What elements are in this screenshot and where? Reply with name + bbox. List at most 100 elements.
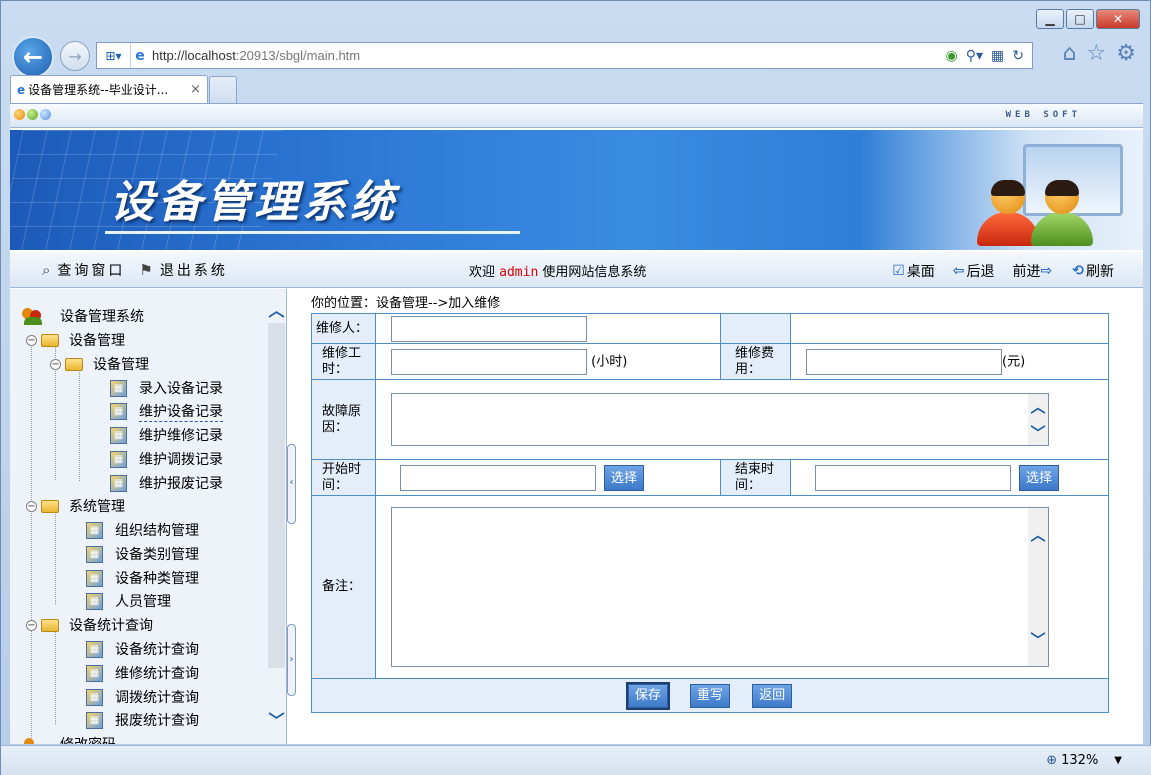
scroll-up-icon[interactable]: ︿ xyxy=(268,297,285,320)
orange-dot-icon xyxy=(14,109,25,120)
tree-item-org[interactable]: ▦ 组织结构管理 xyxy=(86,519,199,541)
close-window-button[interactable]: ✕ xyxy=(1096,9,1140,29)
collapse-icon[interactable]: − xyxy=(26,619,37,631)
search-icon[interactable]: ⚲▾ xyxy=(966,48,983,64)
tab-close-icon[interactable]: × xyxy=(190,82,201,97)
tree-group-stats[interactable]: − 设备统计查询 xyxy=(26,614,153,636)
gear-icon[interactable]: ⚙ xyxy=(1116,41,1136,66)
fault-textarea[interactable]: ︿ ﹀ xyxy=(391,393,1049,446)
tree-group-password[interactable]: 修改密码 xyxy=(22,733,116,744)
cost-cell: (元) xyxy=(790,343,1109,380)
scroll-up-icon[interactable]: ︿ xyxy=(1028,396,1048,417)
green-dot-icon xyxy=(27,109,38,120)
compat-view-icon[interactable]: ⊞▾ xyxy=(97,43,131,68)
tree-item-repair-stats[interactable]: ▦ 维修统计查询 xyxy=(86,662,199,684)
collapse-icon[interactable]: − xyxy=(26,500,37,512)
tree-item-maintain-transfer[interactable]: ▦ 维护调拨记录 xyxy=(110,448,223,470)
collapse-icon[interactable]: − xyxy=(26,334,37,346)
start-pick-button[interactable]: 选择 xyxy=(604,464,644,491)
end-time-label: 结束时 间： xyxy=(720,459,791,496)
folder-open-icon xyxy=(41,618,59,632)
breadcrumb: 你的位置：设备管理-->加入维修 xyxy=(311,296,501,311)
tree-root-label: 设备管理系统 xyxy=(60,309,144,325)
start-time-label: 开始时 间： xyxy=(311,459,376,496)
refresh-icon[interactable]: ↻ xyxy=(1012,48,1024,64)
maximize-button[interactable]: □ xyxy=(1066,9,1094,29)
document-icon: ▦ xyxy=(86,592,103,610)
expand-sidebar-handle[interactable]: › xyxy=(287,624,296,696)
logout-label: 退出系统 xyxy=(159,263,228,279)
suggest-icon[interactable]: ◉ xyxy=(946,48,958,64)
tree-item-label: 设备种类管理 xyxy=(115,571,199,587)
desktop-button[interactable]: ☑ 桌面 xyxy=(892,261,935,281)
logout-button[interactable]: ⚑ 退出系统 xyxy=(139,260,227,280)
repairer-input[interactable] xyxy=(391,315,587,342)
hours-input[interactable] xyxy=(391,348,587,375)
forward-arrow-icon: ⇨ xyxy=(1040,263,1053,279)
scroll-down-icon[interactable]: ﹀ xyxy=(1028,422,1048,443)
favorites-star-icon[interactable]: ☆ xyxy=(1087,41,1107,66)
users-icon xyxy=(22,306,44,326)
scroll-down-icon[interactable]: ﹀ xyxy=(1028,629,1048,650)
tree-group-label: 修改密码 xyxy=(60,734,116,744)
tree-item-maintain-repair[interactable]: ▦ 维护维修记录 xyxy=(110,424,223,446)
sidebar-tree: 设备管理系统 − 设备管理 − 设备管理 ▦ 录入设备记录 ▦ 维护设备记录 ▦ 维护… xyxy=(10,289,287,744)
start-time-cell: 选择 xyxy=(375,459,721,496)
minimize-button[interactable]: ▁ xyxy=(1036,9,1064,29)
browser-tab[interactable]: e 设备管理系统--毕业设计... × xyxy=(10,75,208,103)
status-bar: ⊕ 132% ▼ xyxy=(1,745,1151,775)
query-window-icon: ⌕ xyxy=(42,261,54,279)
query-window-button[interactable]: ⌕ 查询窗口 xyxy=(42,260,125,280)
zoom-level: 132% xyxy=(1061,753,1099,768)
forward-button[interactable]: 前进 ⇨ xyxy=(1013,261,1055,281)
collapse-sidebar-handle[interactable]: ‹ xyxy=(287,444,296,524)
tree-item-transfer-stats[interactable]: ▦ 调拨统计查询 xyxy=(86,686,199,708)
fault-scrollbar[interactable]: ︿ ﹀ xyxy=(1028,394,1048,445)
tree-item-maintain-scrap[interactable]: ▦ 维护报废记录 xyxy=(110,472,223,494)
back-button[interactable]: ⇦ 后退 xyxy=(953,261,995,281)
tree-item-maintain-device[interactable]: ▦ 维护设备记录 xyxy=(110,400,223,422)
scroll-track[interactable] xyxy=(268,323,285,668)
end-time-input[interactable] xyxy=(815,464,1011,491)
refresh-icon: ⟲ xyxy=(1072,263,1084,279)
sidebar-scrollbar[interactable]: ︿ ﹀ xyxy=(268,297,285,735)
cost-input[interactable] xyxy=(806,348,1002,375)
new-tab-button[interactable] xyxy=(209,76,237,103)
reset-button[interactable]: 重写 xyxy=(689,683,730,708)
tree-subgroup-device-mgmt[interactable]: − 设备管理 xyxy=(50,353,149,375)
back-arrow-icon[interactable]: ← xyxy=(12,36,54,78)
scroll-down-icon[interactable]: ﹀ xyxy=(268,707,285,730)
refresh-button[interactable]: ⟲ 刷新 xyxy=(1072,261,1114,281)
remark-textarea[interactable]: ︿ ﹀ xyxy=(391,507,1049,667)
tree-item-type[interactable]: ▦ 设备种类管理 xyxy=(86,567,199,589)
tree-item-category[interactable]: ▦ 设备类别管理 xyxy=(86,543,199,565)
browser-right-icons: ⌂ ☆ ⚙ xyxy=(1063,41,1136,66)
collapse-icon[interactable]: − xyxy=(50,358,61,370)
tree-item-enter-device[interactable]: ▦ 录入设备记录 xyxy=(110,377,223,399)
compat-page-icon[interactable]: ▦ xyxy=(991,48,1004,64)
save-button[interactable]: 保存 xyxy=(625,681,670,710)
person-red-graphic xyxy=(977,180,1039,246)
zoom-control[interactable]: ⊕ 132% ▼ xyxy=(1046,753,1122,768)
page-viewport: WEB SOFT 设备管理系统 ⌕ 查询窗口 ⚑ 退出系统 欢迎 admin 使… xyxy=(10,103,1143,744)
scroll-up-icon[interactable]: ︿ xyxy=(1028,524,1048,545)
hours-cell: (小时) xyxy=(375,343,721,380)
url-text[interactable]: http://localhost:20913/sbgl/main.htm xyxy=(149,48,946,63)
person-green-graphic xyxy=(1031,180,1093,246)
tree-item-staff[interactable]: ▦ 人员管理 xyxy=(86,590,171,612)
home-icon[interactable]: ⌂ xyxy=(1063,41,1077,66)
tree-item-scrap-stats[interactable]: ▦ 报废统计查询 xyxy=(86,709,199,731)
return-button[interactable]: 返回 xyxy=(752,683,793,708)
end-pick-button[interactable]: 选择 xyxy=(1019,464,1059,491)
chevron-down-icon[interactable]: ▼ xyxy=(1114,755,1122,766)
forward-arrow-icon[interactable]: → xyxy=(60,41,90,71)
tree-root[interactable]: 设备管理系统 xyxy=(22,305,144,327)
tree-group-system-mgmt[interactable]: − 系统管理 xyxy=(26,495,125,517)
tree-group-device-mgmt[interactable]: − 设备管理 xyxy=(26,329,125,351)
address-bar[interactable]: ⊞▾ e http://localhost:20913/sbgl/main.ht… xyxy=(96,42,1033,69)
remark-scrollbar[interactable]: ︿ ﹀ xyxy=(1028,508,1048,666)
tree-item-device-stats[interactable]: ▦ 设备统计查询 xyxy=(86,638,199,660)
document-icon: ▦ xyxy=(110,402,127,420)
start-time-input[interactable] xyxy=(400,464,596,491)
forward-label: 前进 xyxy=(1012,264,1041,280)
